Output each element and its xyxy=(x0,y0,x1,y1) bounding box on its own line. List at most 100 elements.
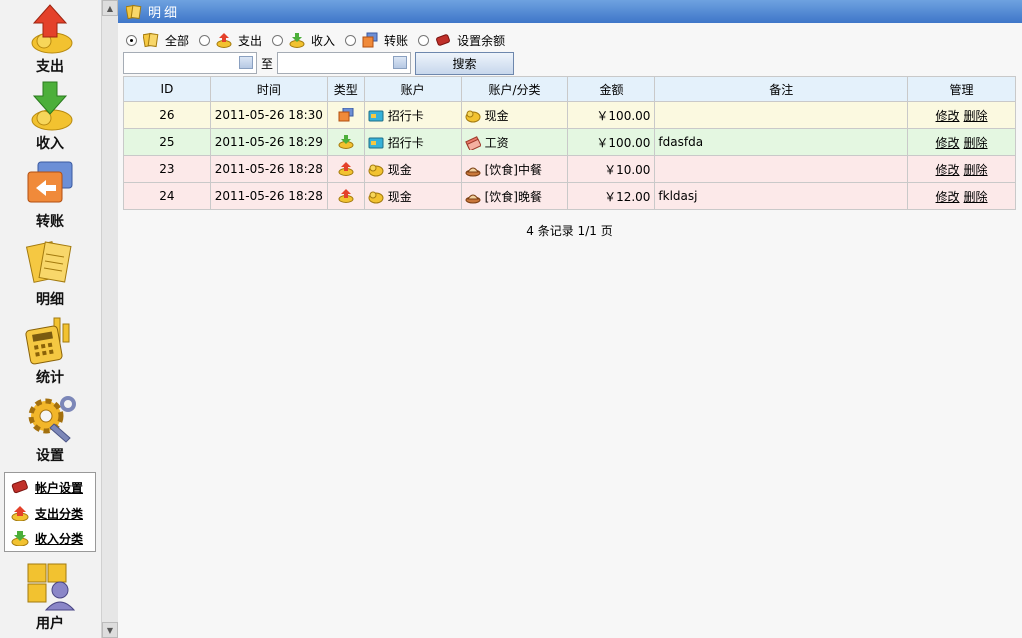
nav-income[interactable]: 收入 xyxy=(0,80,100,153)
row-type xyxy=(326,101,365,129)
end-date-input[interactable] xyxy=(278,53,391,73)
row-category: [饮食]中餐 xyxy=(460,155,569,183)
sidebar-scrollbar[interactable]: ▲ ▼ xyxy=(101,0,118,638)
row-account: 招行卡 xyxy=(363,101,462,129)
nav-settings[interactable]: 设置 xyxy=(0,392,100,465)
filter-all[interactable]: 全部 xyxy=(126,32,189,49)
meal-icon xyxy=(465,167,481,177)
income-icon xyxy=(338,135,354,150)
subnav-expense-category[interactable]: 支出分类 xyxy=(11,502,95,524)
filter-income[interactable]: 收入 xyxy=(272,32,335,49)
subnav-expense-category-label: 支出分类 xyxy=(35,506,84,521)
start-date-field[interactable] xyxy=(123,52,257,74)
filter-transfer-radio[interactable] xyxy=(345,34,357,46)
income-category-icon xyxy=(11,531,29,546)
nav-expense[interactable]: 支出 xyxy=(0,3,100,76)
delete-link[interactable]: 删除 xyxy=(964,109,988,123)
set-balance-icon xyxy=(436,34,451,46)
row-id: 25 xyxy=(123,128,211,156)
calendar-icon[interactable] xyxy=(239,56,253,69)
row-amount: ￥12.00 xyxy=(567,182,656,210)
details-table: ID 时间 类型 账户 账户/分类 金额 备注 管理 26 2011-05-26… xyxy=(123,76,1016,210)
income-icon xyxy=(31,81,73,131)
transfer-icon xyxy=(338,108,354,122)
end-date-field[interactable] xyxy=(277,52,412,74)
main-panel: 明细 全部 支出 收入 转账 设置余额 至 搜索 ID 时间 类型 账户 账户/… xyxy=(118,0,1022,638)
row-note xyxy=(654,101,909,129)
date-search-row: 至 搜索 xyxy=(123,51,515,75)
row-category-label: 工资 xyxy=(484,135,509,150)
expense-icon xyxy=(31,4,73,54)
meal-icon xyxy=(465,194,481,204)
filter-income-radio[interactable] xyxy=(272,34,284,46)
row-note: fkldasj xyxy=(654,182,909,210)
row-id: 24 xyxy=(123,182,211,210)
nav-details-label: 明细 xyxy=(36,292,64,308)
subnav-account-settings[interactable]: 帐户设置 xyxy=(11,476,95,498)
row-note: fdasfda xyxy=(654,128,909,156)
expense-icon xyxy=(216,33,232,48)
nav-transfer-label: 转账 xyxy=(36,214,64,230)
details-icon xyxy=(143,32,159,48)
column-header: ID xyxy=(123,76,211,102)
expense-icon xyxy=(338,162,354,177)
nav-statistics[interactable]: 统计 xyxy=(0,314,100,387)
filter-set-balance-radio[interactable] xyxy=(418,34,430,46)
filter-all-radio[interactable] xyxy=(126,34,137,46)
edit-link[interactable]: 修改 xyxy=(936,163,960,177)
delete-link[interactable]: 删除 xyxy=(964,190,988,204)
filter-expense-label: 支出 xyxy=(238,33,263,48)
nav-settings-label: 设置 xyxy=(36,448,64,464)
scroll-up-icon[interactable]: ▲ xyxy=(102,0,118,16)
filter-income-label: 收入 xyxy=(311,33,336,48)
row-category: 工资 xyxy=(460,128,569,156)
row-actions: 修改 删除 xyxy=(907,182,1016,210)
cash-icon xyxy=(465,110,481,123)
filter-expense-radio[interactable] xyxy=(199,34,211,46)
column-header: 备注 xyxy=(654,76,909,102)
row-account-label: 招行卡 xyxy=(387,108,424,123)
nav-user-label: 用户 xyxy=(36,616,64,632)
transfer-icon xyxy=(27,161,73,203)
row-account: 招行卡 xyxy=(363,128,462,156)
user-icon xyxy=(27,563,76,611)
nav-details[interactable]: 明细 xyxy=(0,236,100,309)
scroll-down-icon[interactable]: ▼ xyxy=(102,622,118,638)
table-row: 23 2011-05-26 18:28 现金 [饮食]中餐 ￥10.00 修改 … xyxy=(123,155,1016,183)
calendar-icon[interactable] xyxy=(393,56,408,69)
settings-submenu: 帐户设置 支出分类 收入分类 xyxy=(4,472,96,552)
column-header: 金额 xyxy=(567,76,656,102)
edit-link[interactable]: 修改 xyxy=(936,190,960,204)
filter-expense[interactable]: 支出 xyxy=(199,32,262,49)
edit-link[interactable]: 修改 xyxy=(936,136,960,150)
table-row: 25 2011-05-26 18:29 招行卡 工资 ￥100.00 fdasf… xyxy=(123,128,1016,156)
nav-user[interactable]: 用户 xyxy=(0,560,100,633)
row-account: 现金 xyxy=(363,182,462,210)
row-type xyxy=(326,128,365,156)
row-category-label: 现金 xyxy=(484,108,509,123)
nav-transfer[interactable]: 转账 xyxy=(0,158,100,231)
delete-link[interactable]: 删除 xyxy=(964,136,988,150)
table-header-row: ID 时间 类型 账户 账户/分类 金额 备注 管理 xyxy=(123,76,1016,102)
start-date-input[interactable] xyxy=(124,53,236,73)
row-id: 23 xyxy=(123,155,211,183)
type-filter: 全部 支出 收入 转账 设置余额 xyxy=(126,30,515,50)
filter-transfer[interactable]: 转账 xyxy=(345,32,408,49)
details-icon xyxy=(126,4,142,19)
transfer-icon xyxy=(362,32,378,48)
row-time: 2011-05-26 18:30 xyxy=(209,101,328,129)
row-category-label: [饮食]中餐 xyxy=(484,162,542,177)
row-category: 现金 xyxy=(460,101,569,129)
subnav-income-category[interactable]: 收入分类 xyxy=(11,527,95,549)
filter-set-balance[interactable]: 设置余额 xyxy=(418,32,505,49)
row-actions: 修改 删除 xyxy=(907,101,1016,129)
column-header: 管理 xyxy=(907,76,1016,102)
search-button[interactable]: 搜索 xyxy=(415,51,515,75)
subnav-income-category-label: 收入分类 xyxy=(35,531,84,546)
edit-link[interactable]: 修改 xyxy=(936,109,960,123)
delete-link[interactable]: 删除 xyxy=(964,163,988,177)
details-icon xyxy=(25,241,72,283)
row-amount: ￥10.00 xyxy=(567,155,656,183)
income-icon xyxy=(289,33,305,48)
pagination-summary: 4 条记录 1/1 页 xyxy=(526,224,613,238)
